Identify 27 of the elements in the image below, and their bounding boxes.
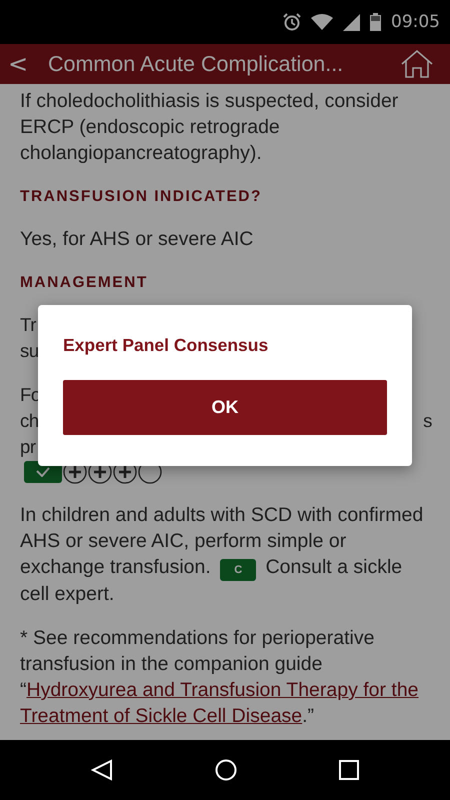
section-heading: MANAGEMENT [20, 273, 149, 293]
grade-badge[interactable]: C [220, 559, 256, 581]
battery-icon [370, 13, 381, 31]
body-text: In children and adults with SCD with confirmed AHS or severe AIC, perform simple or exchange transfusion. C Consult a sickle cell expert. [20, 503, 424, 607]
wifi-icon [311, 14, 333, 30]
home-icon[interactable] [400, 49, 434, 79]
home-button-icon[interactable] [215, 759, 237, 781]
back-icon[interactable] [91, 759, 113, 781]
body-text: s [423, 409, 432, 433]
body-text: Tr [20, 313, 36, 337]
alarm-icon [283, 13, 301, 31]
body-text: * See recommendations for perioperative transfusion in the companion guide “Hydroxyurea and Transfusion Therapy for the Treatment of Sickle Cell Disease.” [20, 626, 420, 729]
body-text: pr [20, 435, 36, 459]
body-text: If choledocholithiasis is suspected, consider ERCP (endoscopic retrograde cholangiopancreatography). [20, 89, 400, 166]
page-title: Common Acute Complication... [47, 52, 344, 76]
ok-button[interactable]: OK [63, 380, 387, 435]
guide-link[interactable]: Hydroxyurea and Transfusion Therapy for the [26, 679, 419, 701]
recents-icon[interactable] [339, 760, 359, 780]
section-heading: TRANSFUSION INDICATED? [20, 187, 263, 207]
body-text: su [20, 339, 39, 363]
back-button[interactable]: < [0, 50, 34, 78]
dialog-title: Expert Panel Consensus [63, 335, 270, 356]
body-text: ch [20, 409, 39, 433]
guide-link[interactable]: Treatment of Sickle Cell Disease [20, 705, 302, 727]
signal-icon [343, 14, 360, 30]
clock-time: 09:05 [391, 12, 440, 32]
body-text: Yes, for AHS or severe AIC [20, 227, 254, 252]
